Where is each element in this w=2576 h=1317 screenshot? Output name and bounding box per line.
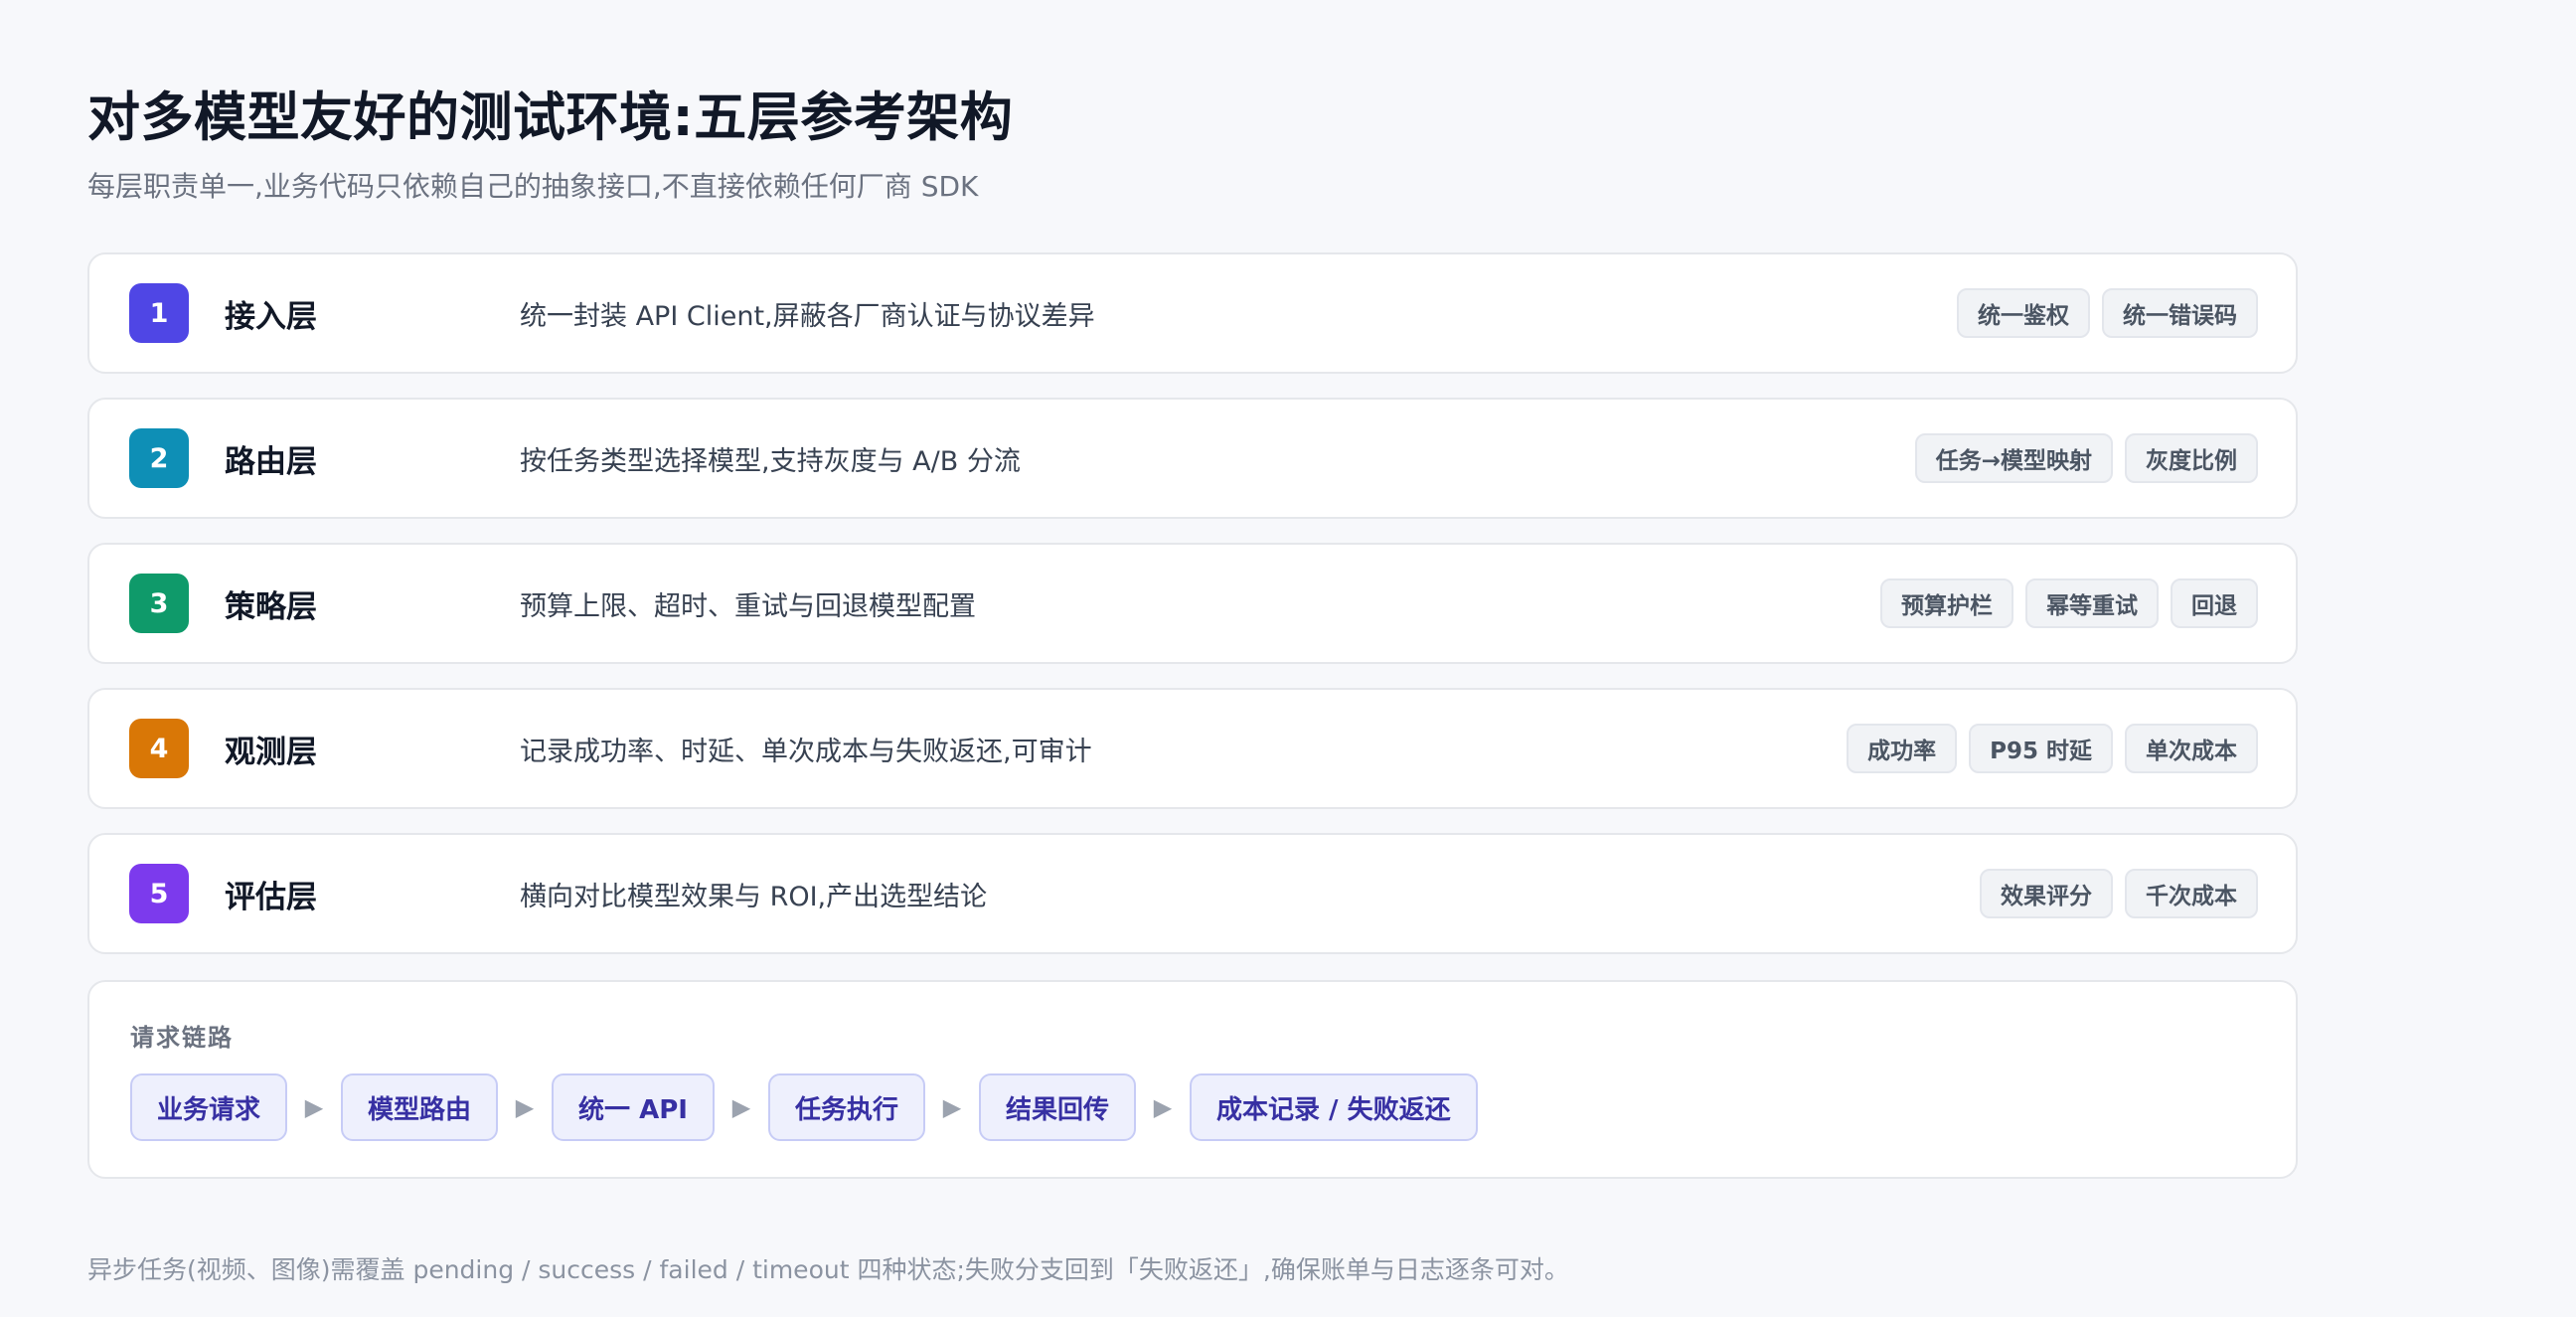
layer-tag: 回退: [2171, 578, 2258, 628]
triangle-right-icon: ▶: [1153, 1093, 1173, 1121]
layer-tags: 成功率 P95 时延 单次成本: [1847, 724, 2258, 773]
layer-number-badge: 4: [129, 719, 189, 778]
layer-tags: 效果评分 千次成本: [1980, 869, 2258, 918]
triangle-right-icon: ▶: [731, 1093, 751, 1121]
footnote: 异步任务(视频、图像)需覆盖 pending / success / faile…: [87, 1255, 1569, 1284]
layer-tag: 任务→模型映射: [1914, 433, 2113, 483]
layer-tag: 千次成本: [2125, 869, 2258, 918]
layer-description: 统一封装 API Client,屏蔽各厂商认证与协议差异: [520, 300, 1095, 332]
flow-step: 统一 API: [552, 1073, 715, 1141]
flow-step: 任务执行: [767, 1073, 925, 1141]
flow-step: 结果回传: [978, 1073, 1136, 1141]
layer-card-evaluation: 5 评估层 横向对比模型效果与 ROI,产出选型结论 效果评分 千次成本: [87, 833, 2298, 954]
layer-card-routing: 2 路由层 按任务类型选择模型,支持灰度与 A/B 分流 任务→模型映射 灰度比…: [87, 398, 2298, 519]
layer-tag: 单次成本: [2125, 724, 2258, 773]
architecture-page: 对多模型友好的测试环境:五层参考架构 每层职责单一,业务代码只依赖自己的抽象接口…: [0, 0, 2576, 1317]
layer-tag: 灰度比例: [2125, 433, 2258, 483]
flow-step: 业务请求: [130, 1073, 288, 1141]
layer-tag: 预算护栏: [1880, 578, 2013, 628]
triangle-right-icon: ▶: [942, 1093, 962, 1121]
layer-description: 横向对比模型效果与 ROI,产出选型结论: [520, 881, 988, 912]
layer-tags: 任务→模型映射 灰度比例: [1914, 433, 2258, 483]
layer-card-access: 1 接入层 统一封装 API Client,屏蔽各厂商认证与协议差异 统一鉴权 …: [87, 252, 2298, 374]
layer-tag: 统一鉴权: [1957, 288, 2090, 338]
flow-step: 成本记录 / 失败返还: [1189, 1073, 1478, 1141]
layer-tags: 预算护栏 幂等重试 回退: [1880, 578, 2258, 628]
layer-list: 1 接入层 统一封装 API Client,屏蔽各厂商认证与协议差异 统一鉴权 …: [87, 252, 2298, 954]
layer-tag: P95 时延: [1969, 724, 2113, 773]
layer-card-observability: 4 观测层 记录成功率、时延、单次成本与失败返还,可审计 成功率 P95 时延 …: [87, 688, 2298, 809]
layer-tag: 幂等重试: [2025, 578, 2159, 628]
layer-tag: 效果评分: [1980, 869, 2113, 918]
page-subtitle: 每层职责单一,业务代码只依赖自己的抽象接口,不直接依赖任何厂商 SDK: [87, 170, 979, 203]
layer-number-badge: 3: [129, 574, 189, 633]
flow-step: 模型路由: [341, 1073, 499, 1141]
flow-label: 请求链路: [130, 1024, 234, 1052]
layer-description: 记录成功率、时延、单次成本与失败返还,可审计: [520, 736, 1092, 767]
request-flow-card: 请求链路 业务请求 ▶ 模型路由 ▶ 统一 API ▶ 任务执行 ▶ 结果回传 …: [87, 980, 2298, 1179]
layer-name: 接入层: [225, 298, 317, 335]
layer-number-badge: 5: [129, 864, 189, 923]
page-title: 对多模型友好的测试环境:五层参考架构: [87, 87, 1014, 148]
layer-number-badge: 1: [129, 283, 189, 343]
layer-number-badge: 2: [129, 428, 189, 488]
layer-name: 策略层: [225, 588, 317, 625]
layer-card-policy: 3 策略层 预算上限、超时、重试与回退模型配置 预算护栏 幂等重试 回退: [87, 543, 2298, 664]
layer-name: 路由层: [225, 443, 317, 480]
layer-tag: 统一错误码: [2102, 288, 2258, 338]
layer-description: 按任务类型选择模型,支持灰度与 A/B 分流: [520, 445, 1021, 477]
layer-description: 预算上限、超时、重试与回退模型配置: [520, 590, 976, 622]
layer-name: 评估层: [225, 879, 317, 915]
flow-steps: 业务请求 ▶ 模型路由 ▶ 统一 API ▶ 任务执行 ▶ 结果回传 ▶ 成本记…: [130, 1073, 1478, 1141]
triangle-right-icon: ▶: [515, 1093, 535, 1121]
triangle-right-icon: ▶: [304, 1093, 324, 1121]
layer-name: 观测层: [225, 734, 317, 770]
layer-tags: 统一鉴权 统一错误码: [1957, 288, 2258, 338]
layer-tag: 成功率: [1847, 724, 1958, 773]
